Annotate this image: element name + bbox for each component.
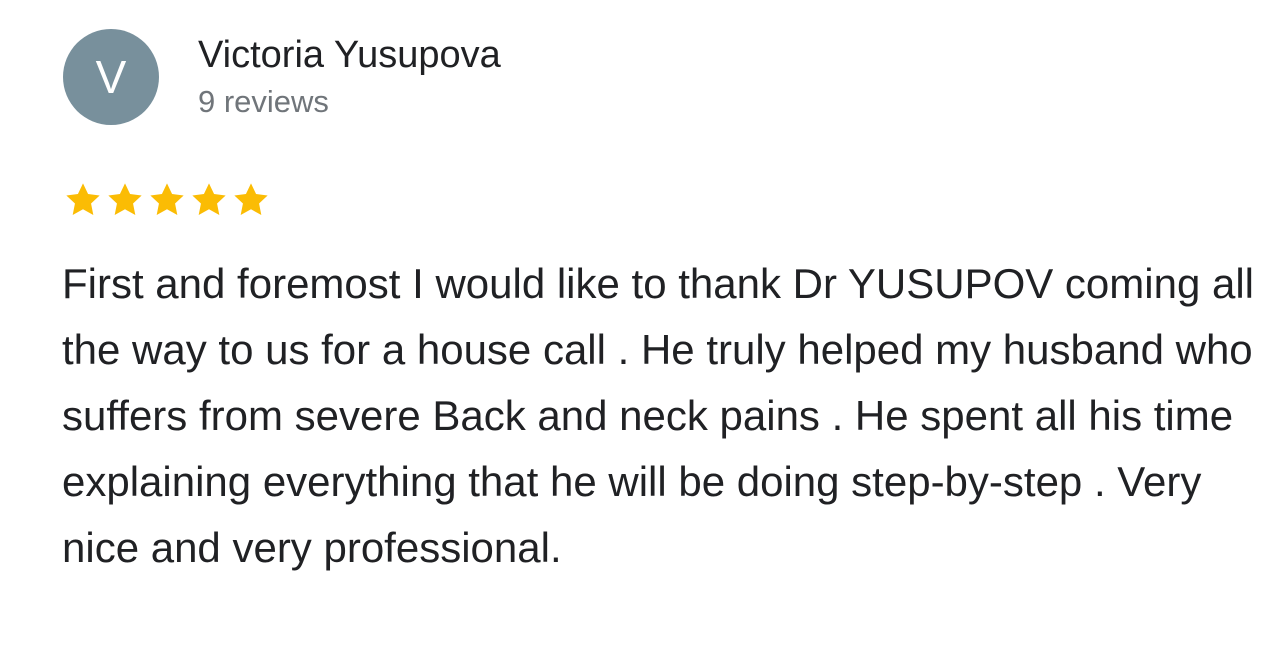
reviewer-name[interactable]: Victoria Yusupova bbox=[198, 33, 501, 77]
star-icon bbox=[150, 183, 184, 216]
star-icon bbox=[108, 183, 142, 216]
star-icon bbox=[192, 183, 226, 216]
star-rating bbox=[62, 179, 272, 221]
review-text: First and foremost I would like to thank… bbox=[62, 260, 1255, 571]
avatar[interactable]: V bbox=[63, 29, 159, 125]
review-card: V Victoria Yusupova 9 reviews First and … bbox=[0, 0, 1284, 669]
star-icon bbox=[66, 183, 100, 216]
star-icon bbox=[234, 183, 268, 216]
review-count[interactable]: 9 reviews bbox=[198, 84, 329, 120]
